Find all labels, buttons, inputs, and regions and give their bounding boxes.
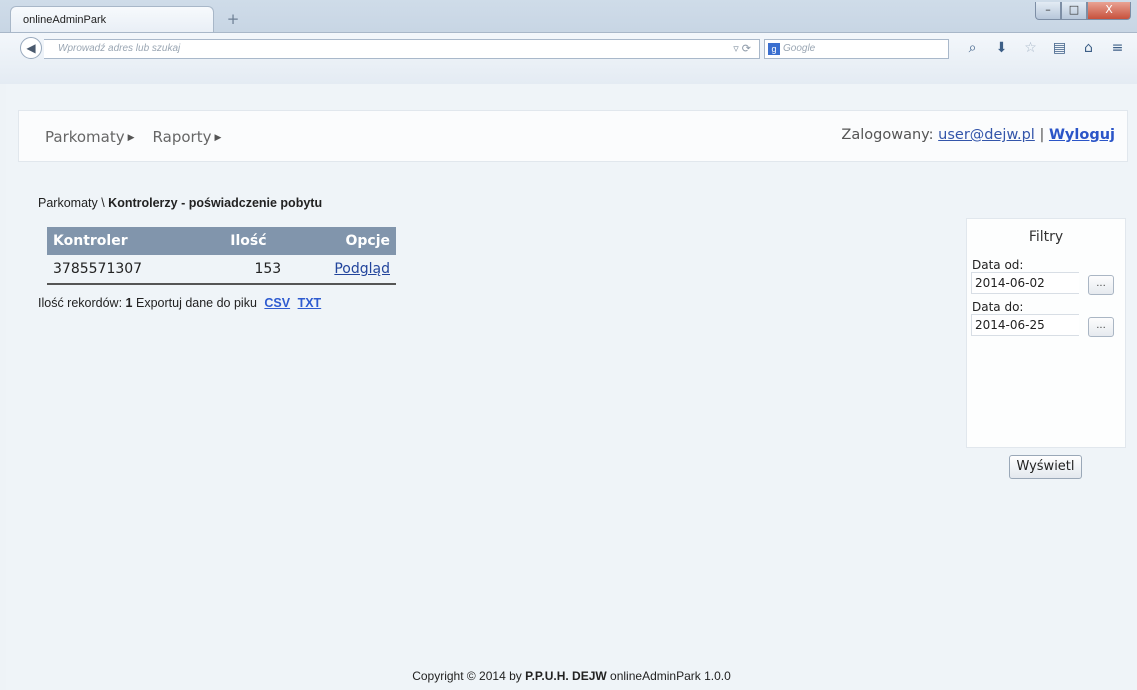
controllers-table: Kontroler Ilość Opcje 3785571307 153 Pod… xyxy=(47,227,396,285)
date-from-input[interactable]: 2014-06-02 xyxy=(971,272,1079,294)
logged-in-label: Zalogowany: xyxy=(841,127,934,143)
export-txt-link[interactable]: TXT xyxy=(298,296,322,310)
menu-item-raporty[interactable]: Raporty ▶ xyxy=(153,128,222,146)
home-icon[interactable]: ⌂ xyxy=(1074,37,1103,59)
show-button[interactable]: Wyświetl xyxy=(1009,455,1082,479)
browser-chrome: onlineAdminPark + – □ X ◀ Wprowadź adres… xyxy=(0,0,1137,84)
footer-company: P.P.U.H. DEJW xyxy=(525,669,607,683)
main-menu: Parkomaty ▶ Raporty ▶ xyxy=(45,128,221,146)
back-arrow-icon[interactable]: ◀ xyxy=(20,37,42,59)
menu-icon[interactable]: ≡ xyxy=(1103,37,1132,59)
footer-suffix: onlineAdminPark 1.0.0 xyxy=(610,669,731,683)
date-from-row: 2014-06-02 ... xyxy=(971,272,1125,297)
submenu-arrow-icon: ▶ xyxy=(214,133,222,143)
browser-navbar: ◀ Wprowadź adres lub szukaj ▿ ⟳ g Google … xyxy=(0,32,1137,84)
search-engine-icon[interactable]: g xyxy=(768,43,780,55)
minimize-button[interactable]: – xyxy=(1035,2,1061,20)
footer-prefix: Copyright © 2014 by xyxy=(412,669,522,683)
filters-title: Filtry xyxy=(1028,229,1064,245)
browser-tab[interactable]: onlineAdminPark xyxy=(10,6,214,32)
export-label: Exportuj dane do piku xyxy=(135,296,257,310)
column-header-ilosc[interactable]: Ilość xyxy=(209,227,288,255)
tab-title: onlineAdminPark xyxy=(23,14,107,26)
toolbar-icons: ⌕ ⬇ ☆ ▤ ⌂ ≡ xyxy=(958,37,1132,59)
breadcrumb-root[interactable]: Parkomaty \ xyxy=(38,196,105,210)
user-email-link[interactable]: user@dejw.pl xyxy=(938,127,1035,143)
search-placeholder: Google xyxy=(783,43,816,54)
new-tab-icon[interactable]: + xyxy=(222,10,244,28)
menu-item-label: Raporty xyxy=(152,128,212,146)
submenu-arrow-icon: ▶ xyxy=(127,133,135,143)
footer: Copyright © 2014 by P.P.U.H. DEJW online… xyxy=(6,669,1137,683)
records-label: Ilość rekordów: xyxy=(38,296,123,310)
date-to-picker-button[interactable]: ... xyxy=(1088,317,1114,337)
maximize-button[interactable]: □ xyxy=(1061,2,1087,20)
menu-item-label: Parkomaty xyxy=(45,128,125,146)
cell-opcje: Podgląd xyxy=(287,255,396,285)
menu-item-parkomaty[interactable]: Parkomaty ▶ xyxy=(45,128,135,146)
login-info: Zalogowany: user@dejw.pl | Wyloguj xyxy=(841,127,1115,143)
table-header-row: Kontroler Ilość Opcje xyxy=(47,227,396,255)
page-content: Parkomaty ▶ Raporty ▶ Zalogowany: user@dej… xyxy=(6,84,1137,690)
separator: | xyxy=(1039,127,1045,143)
column-header-kontroler[interactable]: Kontroler xyxy=(47,227,210,255)
date-to-input[interactable]: 2014-06-25 xyxy=(971,314,1079,336)
date-to-label: Data do: xyxy=(972,300,1024,314)
download-icon[interactable]: ⬇ xyxy=(987,37,1016,59)
export-csv-link[interactable]: CSV xyxy=(264,296,290,310)
cell-ilosc: 153 xyxy=(209,255,288,285)
logout-link[interactable]: Wyloguj xyxy=(1049,127,1115,143)
date-from-picker-button[interactable]: ... xyxy=(1088,275,1114,295)
reload-icon[interactable]: ▿ ⟳ xyxy=(733,40,751,58)
column-header-opcje: Opcje xyxy=(287,227,396,255)
breadcrumb: Parkomaty \ Kontrolerzy - poświadczenie … xyxy=(38,196,322,210)
records-count: 1 xyxy=(125,296,133,310)
search-box[interactable]: g Google xyxy=(764,39,949,59)
address-placeholder: Wprowadź adres lub szukaj xyxy=(58,43,181,54)
bookmarks-list-icon[interactable]: ▤ xyxy=(1045,37,1074,59)
address-bar[interactable]: Wprowadź adres lub szukaj ▿ ⟳ xyxy=(44,39,760,59)
table-row: 3785571307 153 Podgląd xyxy=(47,255,396,285)
window-controls: – □ X xyxy=(1035,2,1131,22)
bookmark-star-icon[interactable]: ☆ xyxy=(1016,37,1045,59)
filters-panel: Filtry Data od: 2014-06-02 ... Data do: … xyxy=(966,218,1126,448)
date-from-label: Data od: xyxy=(972,258,1024,272)
top-navigation: Parkomaty ▶ Raporty ▶ Zalogowany: user@dej… xyxy=(18,110,1128,162)
preview-link[interactable]: Podgląd xyxy=(334,261,390,277)
records-summary: Ilość rekordów: 1 Exportuj dane do piku … xyxy=(38,296,321,310)
cell-kontroler: 3785571307 xyxy=(47,255,210,285)
date-to-row: 2014-06-25 ... xyxy=(971,314,1125,339)
close-window-button[interactable]: X xyxy=(1087,2,1131,20)
breadcrumb-current: Kontrolerzy - poświadczenie pobytu xyxy=(108,196,323,210)
search-icon[interactable]: ⌕ xyxy=(958,37,987,59)
